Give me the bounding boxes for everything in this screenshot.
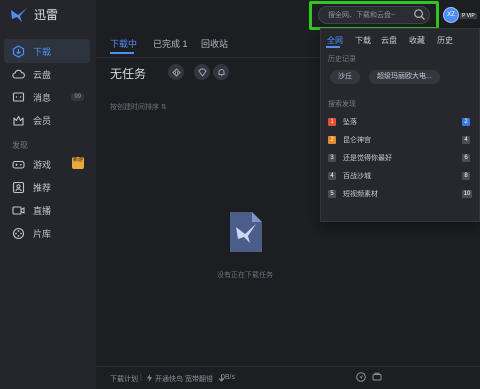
sidebar-item-recommend[interactable]: 推荐: [4, 175, 90, 199]
sidebar-item-label: 片库: [33, 228, 52, 239]
search-tab-cloud[interactable]: 云盘: [381, 35, 397, 46]
sidebar-item-download[interactable]: 下载: [4, 39, 90, 63]
message-count-badge: 99: [71, 93, 84, 101]
sidebar-item-label: 推荐: [33, 182, 52, 193]
status-bar: [96, 366, 480, 389]
new-game-badge: 新游: [72, 157, 84, 169]
task-status-title: 无任务: [110, 67, 147, 81]
bell-icon: [218, 68, 224, 76]
vip-icon: [13, 115, 24, 126]
sidebar-item-message[interactable]: 消息 99: [4, 85, 90, 109]
footer-separator: |: [211, 374, 213, 381]
hot-search-heading: 搜索发现: [328, 101, 356, 108]
rank-badge: 2: [328, 136, 336, 144]
download-plan-link[interactable]: 下载计划: [110, 374, 138, 384]
pause-icon: [171, 67, 181, 77]
tab-recycle-bin[interactable]: 回收站: [201, 37, 228, 50]
film-icon: [12, 227, 25, 239]
rank-badge: 1: [328, 118, 336, 126]
hot-search-item[interactable]: 2 昆仑神宫: [328, 134, 371, 146]
diamond-icon: [197, 68, 207, 77]
empty-download-file-icon: [230, 212, 262, 252]
rank-badge: 6: [462, 154, 470, 162]
sidebar-item-vip[interactable]: 会员: [4, 108, 90, 132]
message-icon: [12, 91, 25, 102]
search-tab-favorites[interactable]: 收藏: [409, 35, 425, 46]
sidebar-item-label: 消息: [33, 92, 52, 103]
sidebar-item-live[interactable]: 直播: [4, 198, 90, 222]
empty-state-text: 没有正在下载任务: [217, 272, 273, 279]
hot-search-label: 还是觉得你最好: [343, 155, 392, 162]
sidebar-item-film[interactable]: 片库: [4, 221, 90, 245]
search-highlight-box: [309, 1, 439, 30]
rank-badge: 2: [462, 118, 470, 126]
rank-badge: 3: [328, 154, 336, 162]
vip-level-tag: P VIP: [460, 13, 477, 19]
hot-search-item[interactable]: 1 坠落: [328, 116, 357, 128]
gamepad-icon: [12, 160, 25, 169]
history-chip[interactable]: 超级玛丽欧大电...: [369, 70, 440, 84]
lightning-icon: [147, 374, 152, 382]
hot-search-item[interactable]: 4 百战沙城: [328, 170, 371, 182]
thunder-bird-icon: [11, 7, 27, 22]
download-speed: 0B/s: [221, 374, 236, 381]
recommend-icon: [12, 181, 25, 193]
hot-search-label: 百战沙城: [343, 173, 371, 180]
app-title: 迅雷: [34, 8, 59, 22]
active-tab-indicator: [110, 52, 134, 54]
history-chip[interactable]: 沙丘: [330, 70, 360, 84]
rank-badge: 4: [462, 136, 470, 144]
sidebar-item-cloud[interactable]: 云盘: [4, 62, 90, 86]
rank-badge: 10: [462, 190, 472, 198]
thunder-logo-icon[interactable]: [356, 372, 366, 382]
hot-search-label: 昆仑神宫: [343, 137, 371, 144]
hot-search-item[interactable]: 5 短视频素材: [328, 188, 378, 200]
sidebar-item-label: 会员: [33, 115, 52, 126]
tab-completed[interactable]: 已完成 1: [153, 37, 188, 50]
app-logo: 迅雷: [10, 6, 58, 23]
sort-by-creation-time[interactable]: 按创建时间排序 ⇅: [110, 102, 167, 112]
search-tab-all[interactable]: 全网: [327, 35, 343, 46]
search-tab-history[interactable]: 历史: [437, 35, 453, 46]
rank-badge: 4: [328, 172, 336, 180]
hot-search-label: 坠落: [343, 119, 357, 126]
speedup-link[interactable]: 开通快鸟 宽带翻倍: [155, 374, 213, 384]
rank-badge: 5: [328, 190, 336, 198]
sidebar-item-label: 直播: [33, 205, 52, 216]
history-heading: 历史记录: [328, 56, 356, 63]
sidebar-item-label: 下载: [33, 46, 52, 57]
pause-all-button[interactable]: [168, 64, 184, 80]
rank-badge: 8: [462, 172, 470, 180]
search-tab-download[interactable]: 下载: [355, 35, 371, 46]
sidebar-item-label: 云盘: [33, 69, 52, 80]
footer-separator: |: [140, 374, 142, 381]
sidebar-item-label: 游戏: [33, 159, 52, 170]
hot-search-label: 短视频素材: [343, 191, 378, 198]
live-icon: [12, 205, 25, 215]
avatar[interactable]: XZ: [443, 7, 459, 23]
hot-search-item[interactable]: 3 还是觉得你最好: [328, 152, 392, 164]
cloud-icon: [12, 69, 25, 79]
search-tab-indicator: [326, 46, 340, 48]
download-icon: [12, 44, 25, 58]
tab-downloading[interactable]: 下载中: [110, 37, 137, 50]
clear-tasks-button[interactable]: [213, 64, 229, 80]
settings-icon[interactable]: [372, 372, 382, 382]
start-all-button[interactable]: [194, 64, 210, 80]
discover-heading: 发现: [12, 141, 28, 150]
